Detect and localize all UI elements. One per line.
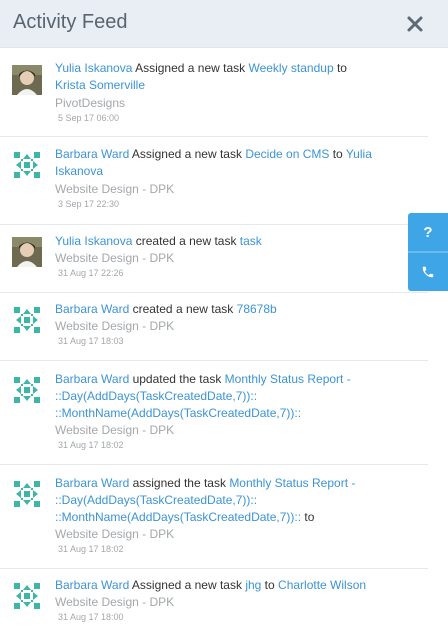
- activity-text: Barbara Ward created a new task 78678b: [55, 301, 380, 318]
- help-button[interactable]: ?: [408, 213, 448, 251]
- action-text: Assigned a new task: [129, 147, 246, 161]
- avatar[interactable]: [12, 237, 42, 267]
- project-name: Website Design - DPK: [55, 527, 175, 541]
- project-name: Website Design - DPK: [55, 595, 175, 609]
- feed-item: Barbara Ward assigned the task Monthly S…: [0, 465, 430, 569]
- close-icon[interactable]: [405, 14, 425, 34]
- project-name: Website Design - DPK: [55, 182, 175, 196]
- activity-text: Barbara Ward assigned the task Monthly S…: [55, 475, 380, 526]
- assignee-link[interactable]: Charlotte Wilson: [278, 578, 366, 592]
- project-name: Website Design - DPK: [55, 423, 175, 437]
- avatar[interactable]: [12, 65, 42, 95]
- action-text: Assigned a new task: [132, 61, 249, 75]
- action-text: created a new task: [129, 302, 237, 316]
- actor-link[interactable]: Barbara Ward: [55, 372, 129, 386]
- actor-link[interactable]: Barbara Ward: [55, 147, 129, 161]
- phone-button[interactable]: [408, 253, 448, 291]
- actor-link[interactable]: Yulia Iskanova: [55, 234, 132, 248]
- phone-icon: [422, 266, 434, 278]
- timestamp: 31 Aug 17 18:02: [58, 440, 124, 450]
- question-icon: ?: [423, 223, 433, 241]
- action-text: updated the task: [129, 372, 225, 386]
- actor-link[interactable]: Barbara Ward: [55, 476, 129, 490]
- action-text: assigned the task: [129, 476, 230, 490]
- feed-item: Barbara Ward Assigned a new task Decide …: [0, 137, 430, 225]
- assignee-link[interactable]: Krista Somerville: [55, 78, 145, 92]
- task-link[interactable]: 78678b: [237, 302, 277, 316]
- timestamp: 3 Sep 17 22:30: [58, 199, 120, 209]
- activity-text: Barbara Ward Assigned a new task Decide …: [55, 146, 380, 180]
- avatar[interactable]: [12, 581, 42, 611]
- avatar[interactable]: [12, 150, 42, 180]
- trailing-text: to: [301, 510, 315, 524]
- joiner-text: to: [333, 61, 347, 75]
- timestamp: 5 Sep 17 06:00: [58, 113, 120, 123]
- action-text: created a new task: [132, 234, 240, 248]
- task-link[interactable]: Weekly standup: [248, 61, 333, 75]
- joiner-text: to: [329, 147, 346, 161]
- timestamp: 31 Aug 17 18:03: [58, 336, 124, 346]
- task-link[interactable]: jhg: [245, 578, 261, 592]
- task-link[interactable]: Decide on CMS: [245, 147, 329, 161]
- timestamp: 31 Aug 17 18:02: [58, 544, 124, 554]
- feed-item: Barbara Ward created a new task 78678b We…: [0, 293, 430, 361]
- avatar[interactable]: [12, 375, 42, 405]
- panel-title: Activity Feed: [13, 11, 128, 33]
- timestamp: 31 Aug 17 22:26: [58, 268, 124, 278]
- feed-item: Barbara Ward updated the task Monthly St…: [0, 361, 430, 465]
- joiner-text: to: [261, 578, 279, 592]
- project-name: Website Design - DPK: [55, 251, 175, 265]
- timestamp: 31 Aug 17 18:00: [58, 612, 124, 622]
- avatar[interactable]: [12, 479, 42, 509]
- activity-text: Barbara Ward Assigned a new task jhg to …: [55, 577, 380, 594]
- task-link[interactable]: task: [240, 234, 262, 248]
- action-text: Assigned a new task: [129, 578, 246, 592]
- actor-link[interactable]: Barbara Ward: [55, 578, 129, 592]
- feed-item: Barbara Ward Assigned a new task jhg to …: [0, 569, 430, 629]
- activity-text: Barbara Ward updated the task Monthly St…: [55, 371, 380, 422]
- project-name: PivotDesigns: [55, 96, 126, 110]
- feed-item: Yulia Iskanova created a new task task We…: [0, 225, 430, 293]
- project-name: Website Design - DPK: [55, 319, 175, 333]
- feed-item: Yulia Iskanova Assigned a new task Weekl…: [0, 49, 430, 137]
- actor-link[interactable]: Yulia Iskanova: [55, 61, 132, 75]
- actor-link[interactable]: Barbara Ward: [55, 302, 129, 316]
- activity-text: Yulia Iskanova Assigned a new task Weekl…: [55, 60, 380, 94]
- avatar[interactable]: [12, 305, 42, 335]
- activity-feed-header: Activity Feed: [0, 0, 448, 48]
- activity-text: Yulia Iskanova created a new task task: [55, 233, 380, 250]
